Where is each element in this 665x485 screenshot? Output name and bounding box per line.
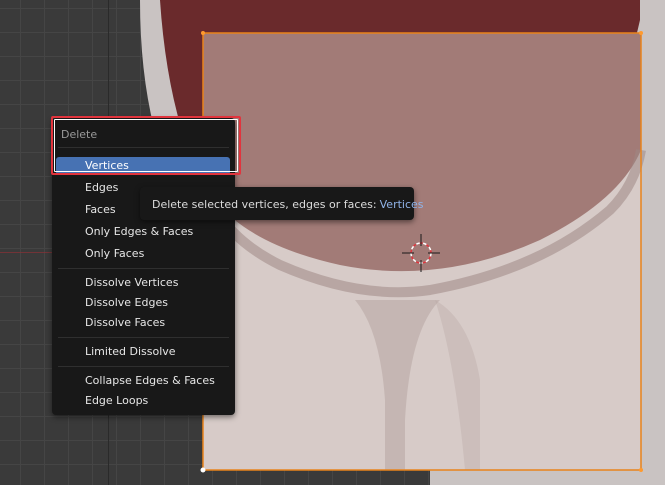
menu-item-label: Faces — [85, 203, 116, 216]
highlight-box — [51, 116, 241, 175]
menu-item-dissolve-edges[interactable]: Dissolve Edges — [56, 294, 230, 312]
menu-item-label: Dissolve Edges — [85, 296, 168, 309]
tooltip-content: Delete selected vertices, edges or faces… — [152, 198, 424, 211]
menu-separator — [58, 366, 229, 367]
menu-item-label: Only Edges & Faces — [85, 225, 194, 238]
menu-item-limited-dissolve[interactable]: Limited Dissolve — [56, 343, 230, 361]
menu-item-label: Dissolve Faces — [85, 316, 166, 329]
menu-item-collapse-edges-faces[interactable]: Collapse Edges & Faces — [56, 372, 230, 390]
tooltip-text: Delete selected vertices, edges or faces… — [152, 198, 377, 211]
tooltip-value: Vertices — [379, 198, 424, 211]
menu-item-label: Only Faces — [85, 247, 145, 260]
menu-item-label: Dissolve Vertices — [85, 276, 179, 289]
vertex-bottom-left — [200, 467, 206, 473]
menu-item-label: Collapse Edges & Faces — [85, 374, 215, 387]
menu-item-label: Edges — [85, 181, 119, 194]
menu-item-dissolve-vertices[interactable]: Dissolve Vertices — [56, 274, 230, 292]
vertex-top-left — [201, 31, 205, 35]
vertex-bottom-right — [639, 468, 643, 472]
vertex-top-right — [639, 31, 643, 35]
menu-item-label: Edge Loops — [85, 394, 149, 407]
menu-item-only-faces[interactable]: Only Faces — [56, 245, 230, 263]
menu-separator — [58, 337, 229, 338]
menu-item-dissolve-faces[interactable]: Dissolve Faces — [56, 314, 230, 332]
menu-separator — [58, 268, 229, 269]
tooltip: Delete selected vertices, edges or faces… — [140, 187, 424, 220]
menu-item-edge-loops[interactable]: Edge Loops — [56, 392, 230, 410]
menu-item-only-edges-faces[interactable]: Only Edges & Faces — [56, 223, 230, 241]
menu-item-label: Limited Dissolve — [85, 345, 176, 358]
